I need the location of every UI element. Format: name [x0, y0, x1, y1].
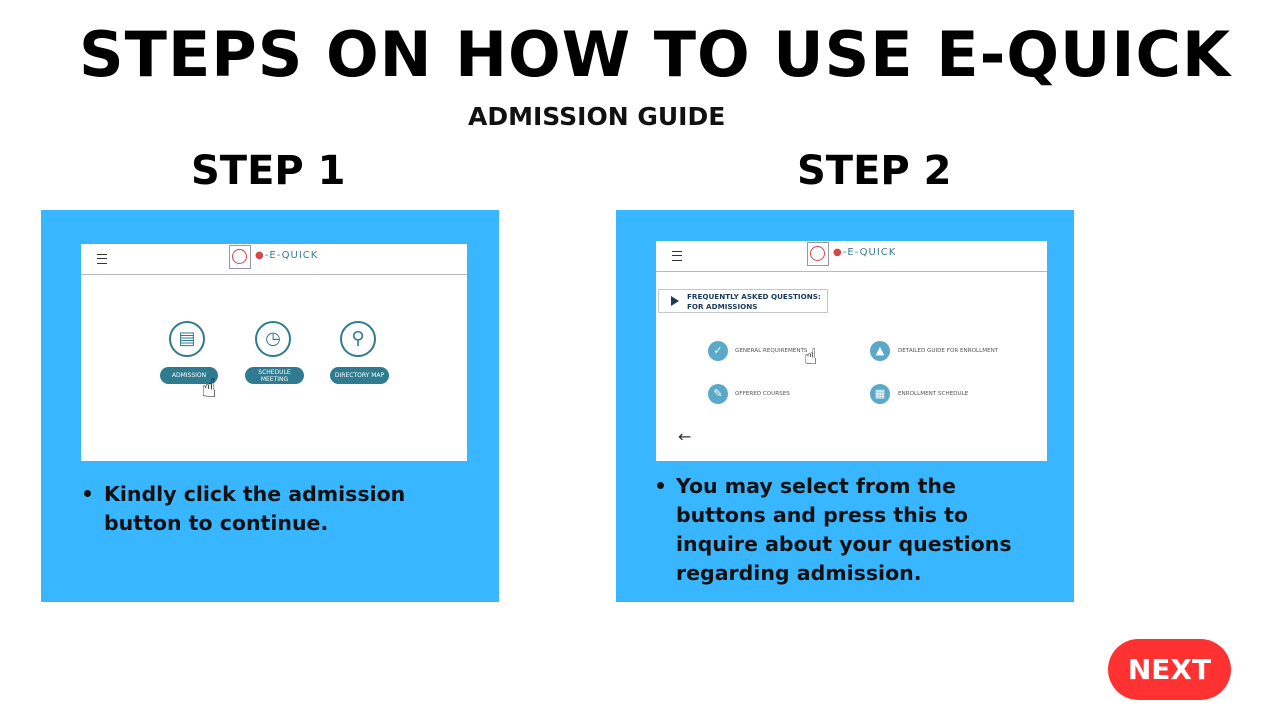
enrollment-schedule-option[interactable]: ENROLLMENT SCHEDULE: [898, 391, 968, 397]
detailed-guide-option[interactable]: DETAILED GUIDE FOR ENROLLMENT: [898, 348, 998, 354]
logo-text: ●-E-QUICK: [255, 250, 319, 261]
app-header: ●-E-QUICK: [656, 241, 1047, 272]
hamburger-icon: [97, 254, 107, 264]
bullet-icon: [84, 490, 91, 497]
faq-toggle[interactable]: FREQUENTLY ASKED QUESTIONS: FOR ADMISSIO…: [658, 289, 828, 313]
pointer-hand-icon: ☝: [201, 374, 217, 404]
pointer-hand-icon: ☝: [804, 345, 818, 370]
logo-mark-icon: [807, 242, 829, 266]
page-title: STEPS ON HOW TO USE E-QUICK: [79, 18, 1231, 91]
faq-label: FREQUENTLY ASKED QUESTIONS: FOR ADMISSIO…: [687, 292, 821, 311]
map-pin-icon: ⚲: [340, 321, 376, 357]
check-icon[interactable]: ✓: [708, 341, 728, 361]
step-2-card: ●-E-QUICK FREQUENTLY ASKED QUESTIONS: FO…: [616, 210, 1074, 602]
document-edit-icon[interactable]: ✎: [708, 384, 728, 404]
next-button[interactable]: NEXT: [1108, 639, 1231, 700]
calendar-icon[interactable]: ▦: [870, 384, 890, 404]
step-2-screenshot: ●-E-QUICK FREQUENTLY ASKED QUESTIONS: FO…: [656, 241, 1047, 461]
back-arrow-icon[interactable]: ←: [678, 427, 691, 446]
logo-text: ●-E-QUICK: [833, 247, 897, 258]
step-2-instruction: You may select from the buttons and pres…: [676, 474, 1012, 585]
hamburger-icon: [672, 251, 682, 261]
step-1-heading: STEP 1: [191, 148, 346, 194]
directory-map-button[interactable]: DIRECTORY MAP: [330, 367, 389, 384]
step-1-instruction: Kindly click the admission button to con…: [104, 482, 406, 535]
play-triangle-icon: [671, 296, 679, 306]
general-requirements-option[interactable]: GENERAL REQUIREMENTS: [735, 348, 807, 354]
bullet-icon: [657, 482, 664, 489]
step-2-heading: STEP 2: [797, 148, 952, 194]
logo-mark-icon: [229, 245, 251, 269]
document-icon: ▤: [169, 321, 205, 357]
page-subtitle: ADMISSION GUIDE: [468, 102, 726, 131]
calendar-clock-icon: ◷: [255, 321, 291, 357]
step-1-screenshot: ●-E-QUICK ▤ ADMISSION ◷ SCHEDULE MEETING…: [81, 244, 467, 461]
offered-courses-option[interactable]: OFFERED COURSES: [735, 391, 790, 397]
navigation-arrow-icon[interactable]: ▲: [870, 341, 890, 361]
schedule-meeting-button[interactable]: SCHEDULE MEETING: [245, 367, 304, 384]
step-1-card: ●-E-QUICK ▤ ADMISSION ◷ SCHEDULE MEETING…: [41, 210, 499, 602]
app-header: ●-E-QUICK: [81, 244, 467, 275]
